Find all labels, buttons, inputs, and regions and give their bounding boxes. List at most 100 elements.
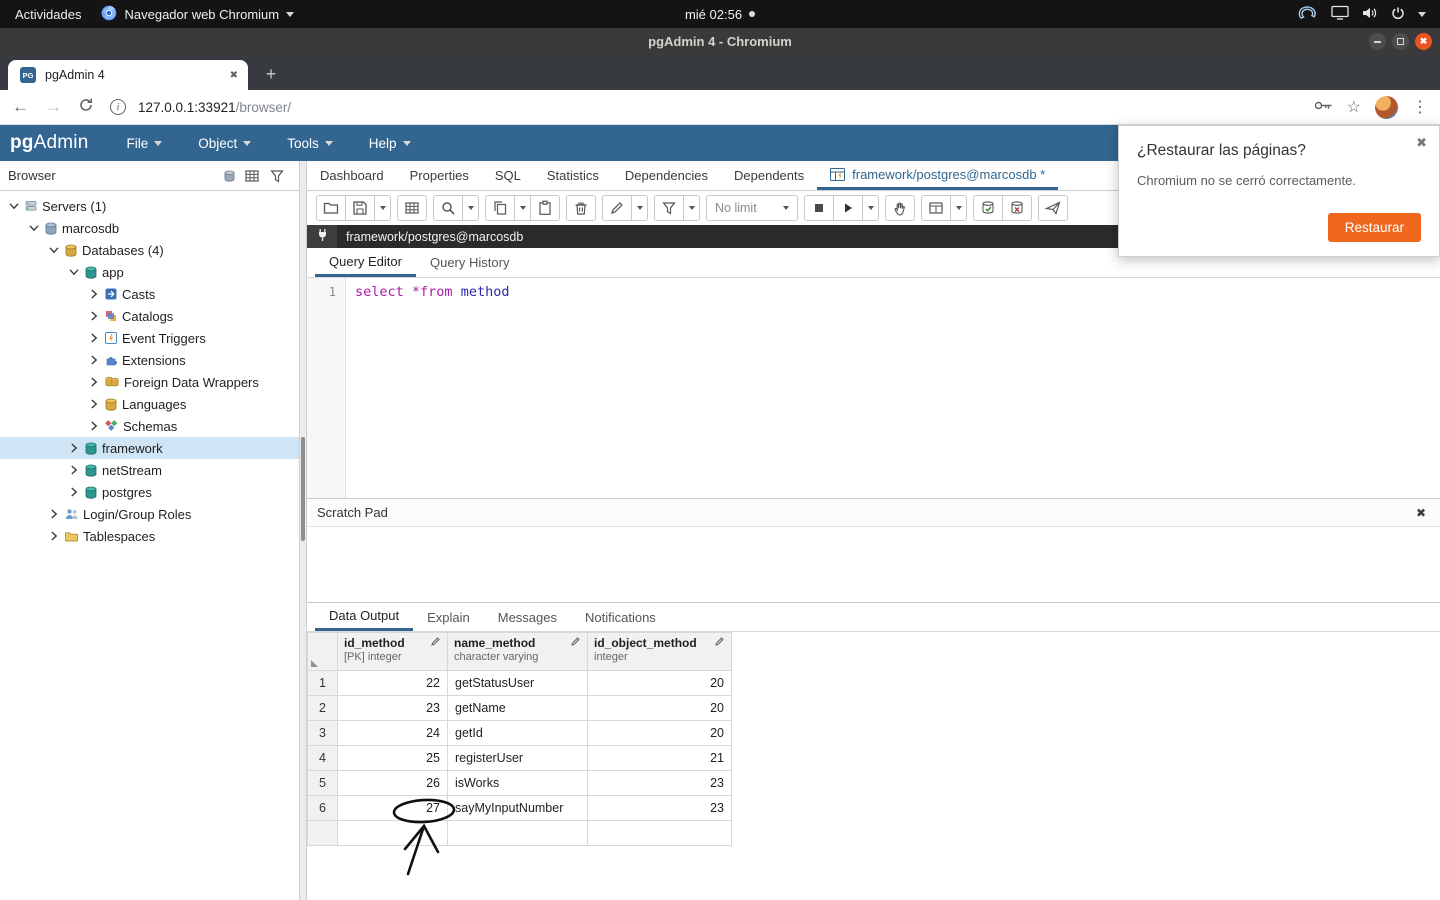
scratch-pad-body[interactable] — [307, 527, 1440, 602]
row-limit-select[interactable]: No limit — [706, 195, 798, 221]
row-number-cell[interactable]: 6 — [307, 795, 338, 821]
tab-notifications[interactable]: Notifications — [571, 603, 670, 631]
filter-button[interactable] — [654, 195, 684, 221]
save-file-button-dropdown[interactable] — [374, 195, 391, 221]
tree-item-event-triggers[interactable]: Event Triggers — [0, 327, 299, 349]
popup-close-icon[interactable]: ✖ — [1416, 135, 1427, 151]
clock[interactable]: mié 02:56 — [685, 7, 742, 22]
save-data-changes-button[interactable] — [397, 195, 427, 221]
cell-id-method[interactable]: 27 — [337, 795, 448, 821]
chevron-right-icon[interactable] — [88, 333, 100, 343]
tab-query-tool[interactable]: framework/postgres@marcosdb * — [817, 161, 1059, 190]
row-number-cell[interactable] — [307, 820, 338, 846]
new-tab-button[interactable]: + — [258, 61, 284, 87]
tree-item-catalogs[interactable]: Catalogs — [0, 305, 299, 327]
profile-avatar[interactable] — [1375, 95, 1398, 119]
edit-button[interactable] — [602, 195, 632, 221]
cell-id-object-method[interactable]: 20 — [587, 695, 732, 721]
edit-button-dropdown[interactable] — [631, 195, 648, 221]
postgres-tray-icon[interactable] — [1297, 4, 1318, 24]
explain-button[interactable] — [885, 195, 915, 221]
cell-id-method[interactable]: 22 — [337, 670, 448, 696]
tree-item-tablespaces[interactable]: Tablespaces — [0, 525, 299, 547]
download-csv-button[interactable] — [1038, 195, 1068, 221]
row-number-cell[interactable]: 4 — [307, 745, 338, 771]
row-number-cell[interactable]: 3 — [307, 720, 338, 746]
tree-item-databases-4[interactable]: Databases (4) — [0, 239, 299, 261]
cell-name-method[interactable]: getName — [447, 695, 588, 721]
table-row[interactable]: 1 22 getStatusUser 20 — [307, 670, 732, 696]
activities-button[interactable]: Actividades — [15, 7, 81, 22]
cell-id-object-method[interactable]: 21 — [587, 745, 732, 771]
restore-button[interactable]: Restaurar — [1327, 213, 1421, 242]
find-button-dropdown[interactable] — [462, 195, 479, 221]
cell-id-method[interactable]: 26 — [337, 770, 448, 796]
menu-help[interactable]: Help — [355, 125, 425, 161]
chevron-down-icon[interactable] — [28, 224, 40, 232]
minimize-button[interactable] — [1369, 33, 1386, 50]
menu-file[interactable]: File — [112, 125, 176, 161]
chevron-right-icon[interactable] — [48, 531, 60, 541]
table-row[interactable]: 5 26 isWorks 23 — [307, 770, 732, 796]
open-file-button[interactable] — [316, 195, 346, 221]
cell-name-method[interactable]: isWorks — [447, 770, 588, 796]
back-button[interactable]: ← — [12, 97, 29, 117]
table-row[interactable]: 3 24 getId 20 — [307, 720, 732, 746]
chevron-right-icon[interactable] — [88, 355, 100, 365]
bookmark-star-icon[interactable]: ☆ — [1347, 97, 1361, 117]
cell-name-method[interactable]: getId — [447, 720, 588, 746]
row-number-cell[interactable]: 5 — [307, 770, 338, 796]
edit-column-icon[interactable] — [714, 636, 725, 650]
scratch-pad-close-icon[interactable]: ✖ — [1416, 506, 1426, 520]
row-number-cell[interactable]: 2 — [307, 695, 338, 721]
tab-close-icon[interactable]: ✖ — [230, 70, 238, 81]
url-field[interactable]: 127.0.0.1:33921 /browser/ — [138, 100, 1298, 115]
cell-name-method[interactable]: registerUser — [447, 745, 588, 771]
table-row[interactable]: 6 27 sayMyInputNumber 23 — [307, 795, 732, 821]
tree-item-postgres[interactable]: postgres — [0, 481, 299, 503]
tab-statistics[interactable]: Statistics — [534, 161, 612, 190]
execute-button[interactable] — [833, 195, 863, 221]
tab-messages[interactable]: Messages — [484, 603, 571, 631]
column-header-name-method[interactable]: name_method character varying — [447, 632, 588, 671]
column-header-id-object-method[interactable]: id_object_method integer — [587, 632, 732, 671]
close-button[interactable]: ✖ — [1415, 33, 1432, 50]
tab-query-editor[interactable]: Query Editor — [315, 248, 416, 277]
tab-dependencies[interactable]: Dependencies — [612, 161, 721, 190]
browser-menu-icon[interactable]: ⋮ — [1412, 97, 1428, 117]
password-key-icon[interactable] — [1314, 98, 1333, 116]
explain-settings-button[interactable] — [921, 195, 951, 221]
menu-tools[interactable]: Tools — [273, 125, 347, 161]
tab-dependents[interactable]: Dependents — [721, 161, 817, 190]
panel-splitter[interactable] — [299, 161, 307, 900]
chevron-right-icon[interactable] — [88, 421, 100, 431]
chevron-right-icon[interactable] — [68, 487, 80, 497]
tree-item-framework[interactable]: framework — [0, 437, 299, 459]
power-icon[interactable] — [1391, 6, 1405, 23]
chevron-down-icon[interactable] — [48, 246, 60, 254]
tree-item-netstream[interactable]: netStream — [0, 459, 299, 481]
filter-button-dropdown[interactable] — [683, 195, 700, 221]
edit-column-icon[interactable] — [570, 636, 581, 650]
cell-id-method[interactable]: 25 — [337, 745, 448, 771]
column-header-id-method[interactable]: id_method [PK] integer — [337, 632, 448, 671]
chevron-right-icon[interactable] — [68, 465, 80, 475]
cell-name-method[interactable]: getStatusUser — [447, 670, 588, 696]
filter-icon[interactable] — [269, 168, 285, 184]
find-button[interactable] — [433, 195, 463, 221]
table-row[interactable]: 2 23 getName 20 — [307, 695, 732, 721]
cell-id-method[interactable]: 23 — [337, 695, 448, 721]
scrollbar-thumb[interactable] — [301, 437, 305, 541]
explain-settings-button-dropdown[interactable] — [950, 195, 967, 221]
tree-item-app[interactable]: app — [0, 261, 299, 283]
browser-tab[interactable]: PG pgAdmin 4 ✖ — [8, 60, 248, 90]
app-menu-button[interactable]: Navegador web Chromium — [101, 5, 295, 24]
chevron-right-icon[interactable] — [88, 399, 100, 409]
table-row[interactable] — [307, 820, 732, 846]
edit-column-icon[interactable] — [430, 636, 441, 650]
tree-item-schemas[interactable]: Schemas — [0, 415, 299, 437]
forward-button[interactable]: → — [45, 97, 62, 117]
cell-id-object-method[interactable] — [587, 820, 732, 846]
cell-name-method[interactable] — [447, 820, 588, 846]
tree-item-casts[interactable]: Casts — [0, 283, 299, 305]
